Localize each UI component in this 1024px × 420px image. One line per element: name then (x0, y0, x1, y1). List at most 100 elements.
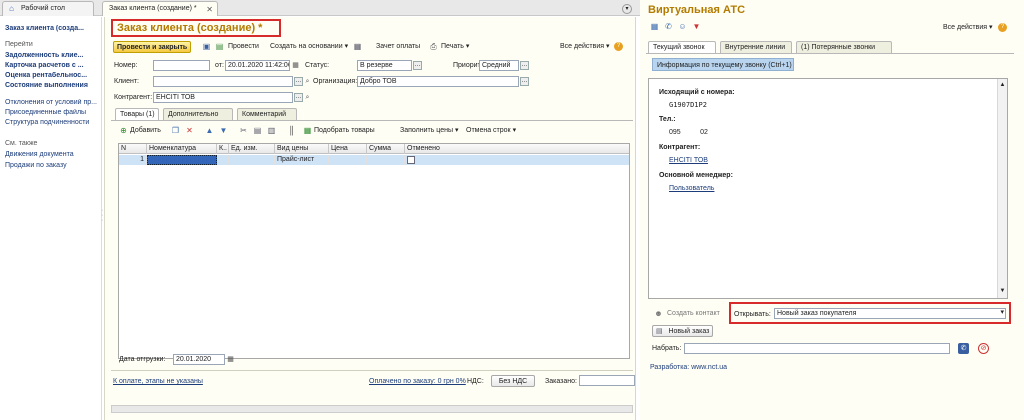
hang-up-icon[interactable]: ⊘ (978, 343, 989, 354)
all-actions-button[interactable]: Все действия ▾ (557, 41, 613, 53)
calendar-icon[interactable]: ▦ (226, 355, 235, 364)
goods-table[interactable]: N Номенклатура К.. Ед. изм. Вид цены Цен… (118, 143, 630, 359)
manager-link[interactable]: Пользователь (669, 185, 714, 192)
cell-price-type[interactable]: Прайс-лист (275, 155, 329, 165)
call-info-scrollbar[interactable]: ▲ ▼ (997, 79, 1007, 298)
post-and-close-button[interactable]: Провести и закрыть (113, 41, 192, 53)
pin-icon[interactable]: ▼ (692, 22, 701, 31)
sidebar-item-debt[interactable]: Задолженность клие... (5, 52, 101, 59)
cell-item[interactable] (147, 155, 217, 165)
open-select[interactable]: Новый заказ покупателя ▾ (774, 308, 1006, 319)
paste-icon[interactable]: ▤ (253, 126, 262, 135)
column-header-item[interactable]: Номенклатура (147, 144, 217, 154)
cell-k[interactable] (217, 155, 229, 165)
tab-goods[interactable]: Товары (1) (115, 108, 159, 120)
ordered-field (579, 375, 635, 386)
call-icon[interactable]: ✆ (664, 22, 673, 31)
save-icon[interactable]: ▣ (202, 42, 211, 51)
column-header-n[interactable]: N (119, 144, 147, 154)
payment-stages-link[interactable]: К оплате, этапы не указаны (113, 378, 203, 385)
copy-icon[interactable]: ❐ (171, 126, 180, 135)
help-icon[interactable]: ? (998, 23, 1007, 32)
current-call-info-tab[interactable]: Информация по текущему звонку (Ctrl+1) (652, 58, 794, 71)
delete-icon[interactable]: ✕ (185, 126, 194, 135)
sidebar-item-files[interactable]: Присоединенные файлы (5, 109, 101, 116)
print-button[interactable]: Печать ▾ (438, 41, 472, 53)
close-icon[interactable]: ✕ (206, 5, 213, 14)
sidebar-item-status[interactable]: Состояние выполнения (5, 82, 101, 89)
column-header-price-type[interactable]: Вид цены (275, 144, 329, 154)
column-header-sum[interactable]: Сумма (367, 144, 405, 154)
clipboard-icon[interactable]: ▥ (267, 126, 276, 135)
ship-date-field[interactable]: 20.01.2020 (173, 354, 225, 365)
document-icon[interactable]: ▦ (353, 42, 362, 51)
paid-by-order-link[interactable]: Оплачено по заказу: 0 грн 0% (369, 378, 466, 385)
table-row[interactable]: 1 Прайс-лист (119, 155, 629, 165)
barcode-icon[interactable]: ║ (287, 126, 296, 135)
cell-sum[interactable] (367, 155, 405, 165)
sidebar-item-sales[interactable]: Продажи по заказу (5, 162, 101, 169)
column-header-cancelled[interactable]: Отменено (405, 144, 629, 154)
tab-lost-calls[interactable]: (1) Потерянные звонки (796, 41, 892, 53)
cut-icon[interactable]: ✂ (239, 126, 248, 135)
magnifier-icon[interactable]: ⌕ (303, 77, 312, 86)
add-button[interactable]: Добавить (127, 125, 164, 137)
pick-goods-button[interactable]: Подобрать товары (311, 125, 378, 137)
payment-offset-button[interactable]: Зачет оплаты (373, 41, 423, 53)
client-select-button[interactable]: … (294, 77, 303, 86)
chevron-down-icon[interactable]: ▾ (622, 4, 632, 14)
tab-internal-lines[interactable]: Внутренние линии (720, 41, 792, 53)
chevron-down-icon[interactable]: ▾ (1000, 309, 1004, 317)
atc-all-actions-button[interactable]: Все действия ▾ (940, 22, 996, 34)
contacts-icon[interactable]: ☺ (678, 22, 687, 31)
sidebar-item-deviations[interactable]: Отклонения от условий пр... (5, 99, 101, 106)
tab-comment[interactable]: Комментарий (237, 108, 297, 120)
atc-counterparty-link[interactable]: ЕНСІТІ ТОВ (669, 157, 708, 164)
phone-book-icon[interactable]: ▦ (650, 22, 659, 31)
help-icon[interactable]: ? (614, 42, 623, 51)
post-button[interactable]: Провести (225, 41, 262, 53)
number-field[interactable] (153, 60, 210, 71)
column-header-price[interactable]: Цена (329, 144, 367, 154)
counterparty-field[interactable]: ЕНСІТІ ТОВ (153, 92, 293, 103)
arrow-up-icon[interactable]: ▲ (205, 126, 214, 135)
horizontal-scrollbar[interactable] (111, 405, 633, 413)
vat-button[interactable]: Без НДС (491, 375, 535, 387)
date-field[interactable]: 20.01.2020 11:42:06 (225, 60, 290, 71)
dial-phone-icon[interactable]: ✆ (958, 343, 969, 354)
priority-select-button[interactable]: … (520, 61, 529, 70)
magnifier-icon[interactable]: ⌕ (303, 93, 312, 102)
organization-field[interactable]: Добро ТОВ (357, 76, 519, 87)
counterparty-select-button[interactable]: … (294, 93, 303, 102)
sidebar-item-structure[interactable]: Структура подчиненности (5, 119, 101, 126)
cancel-rows-button[interactable]: Отмена строк ▾ (463, 125, 519, 137)
calendar-icon[interactable]: ▦ (291, 61, 300, 70)
phone-label: Тел.: (659, 116, 676, 123)
sidebar-item-settlements[interactable]: Карточка расчетов с ... (5, 62, 101, 69)
sidebar-item-profitability[interactable]: Оценка рентабельнос... (5, 72, 101, 79)
status-select-button[interactable]: … (413, 61, 422, 70)
scroll-up-icon[interactable]: ▲ (998, 81, 1007, 90)
column-header-k[interactable]: К.. (217, 144, 229, 154)
create-based-on-button[interactable]: Создать на основании ▾ (267, 41, 351, 53)
column-header-unit[interactable]: Ед. изм. (229, 144, 275, 154)
cell-unit[interactable] (229, 155, 275, 165)
tab-current-call[interactable]: Текущий звонок (648, 41, 716, 53)
tab-desktop[interactable]: ⌂ Рабочий стол (2, 1, 94, 16)
cancelled-checkbox[interactable] (407, 156, 415, 164)
arrow-down-icon[interactable]: ▼ (219, 126, 228, 135)
status-field[interactable]: В резерве (357, 60, 412, 71)
organization-select-button[interactable]: … (520, 77, 529, 86)
client-field[interactable] (153, 76, 293, 87)
new-order-button[interactable]: ▤ Новый заказ (652, 325, 714, 337)
post-icon[interactable]: ▤ (215, 42, 224, 51)
dial-input[interactable] (684, 343, 950, 354)
tab-order[interactable]: Заказ клиента (создание) * ✕ (102, 1, 218, 16)
fill-prices-button[interactable]: Заполнить цены ▾ (397, 125, 462, 137)
cell-price[interactable] (329, 155, 367, 165)
scroll-down-icon[interactable]: ▼ (998, 287, 1007, 296)
tab-additional[interactable]: Дополнительно (163, 108, 233, 120)
sidebar-item-movements[interactable]: Движения документа (5, 151, 101, 158)
priority-field[interactable]: Средний (479, 60, 519, 71)
create-contact-button[interactable]: Создать контакт (664, 308, 723, 320)
